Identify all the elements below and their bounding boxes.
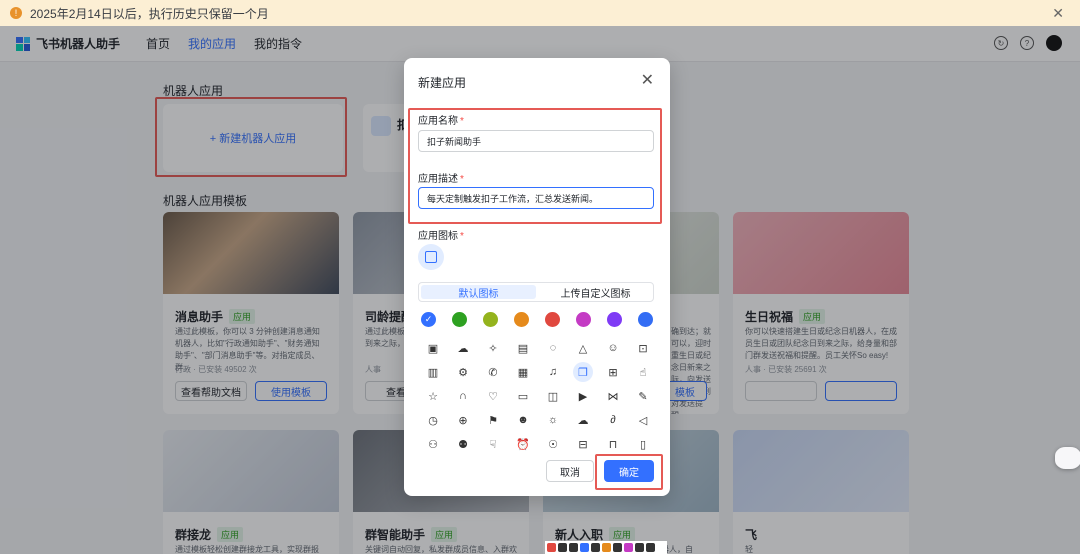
add-user-icon[interactable]: ⚉ xyxy=(448,436,478,452)
document-icon[interactable]: ▤ xyxy=(508,340,538,356)
floating-cursor xyxy=(1055,447,1080,469)
robot-icon[interactable]: ⊡ xyxy=(628,340,658,356)
taskbar xyxy=(545,541,667,554)
color-swatch[interactable] xyxy=(607,312,622,327)
app-icon[interactable] xyxy=(569,543,578,552)
cloud-icon[interactable]: ☁ xyxy=(568,412,598,428)
headset-icon[interactable]: ∩ xyxy=(448,388,478,404)
heart-icon[interactable]: ♡ xyxy=(478,388,508,404)
warning-icon: ! xyxy=(10,7,22,19)
tab-upload-custom-icon[interactable]: 上传自定义图标 xyxy=(538,283,653,301)
recycle-icon[interactable]: △ xyxy=(568,340,598,356)
copy-icon-selected[interactable]: ❐ xyxy=(573,362,593,382)
bar-chart-icon[interactable]: ▥ xyxy=(418,364,448,380)
tab-default-icons[interactable]: 默认图标 xyxy=(421,285,536,300)
bell-icon[interactable]: ♫ xyxy=(538,364,568,380)
notice-banner: ! 2025年2月14日以后，执行历史只保留一个月 ✕ xyxy=(0,0,1080,26)
box-icon[interactable]: ◫ xyxy=(538,388,568,404)
alarm-icon[interactable]: ⏰ xyxy=(508,436,538,452)
icon-grid: ▣ ☁ ✧ ▤ ◌ △ ☺ ⊡ ▥ ⚙ ✆ ▦ ♫ ❐ ⊞ ☝ ☆ ∩ ♡ ▭ … xyxy=(418,340,658,452)
app-icon[interactable] xyxy=(547,543,556,552)
users-icon[interactable]: ⚇ xyxy=(418,436,448,452)
pin-icon[interactable]: ✧ xyxy=(478,340,508,356)
color-swatch[interactable] xyxy=(545,312,560,327)
smile-icon[interactable]: ☻ xyxy=(508,412,538,428)
app-icon[interactable] xyxy=(613,543,622,552)
close-icon[interactable]: ✕ xyxy=(1052,5,1064,22)
app-icon[interactable] xyxy=(624,543,633,552)
app-icon-label: 应用图标 * xyxy=(418,231,464,242)
flag-icon[interactable]: ⚑ xyxy=(478,412,508,428)
video-icon[interactable]: ▶ xyxy=(568,388,598,404)
copy-icon xyxy=(425,251,437,263)
thumbs-down-icon[interactable]: ☟ xyxy=(478,436,508,452)
calendar-icon[interactable]: ▦ xyxy=(508,364,538,380)
sun-icon[interactable]: ☼ xyxy=(538,412,568,428)
color-swatch[interactable] xyxy=(514,312,529,327)
edit-document-icon[interactable]: ✎ xyxy=(628,388,658,404)
megaphone-icon[interactable]: ◁ xyxy=(628,412,658,428)
user-icon[interactable]: ☺ xyxy=(598,340,628,356)
dialog-title: 新建应用 xyxy=(418,76,467,90)
color-swatch[interactable] xyxy=(576,312,591,327)
file-icon[interactable]: ▯ xyxy=(628,436,658,452)
color-swatch-selected[interactable]: ✓ xyxy=(421,312,436,327)
lightbulb-icon[interactable]: ◌ xyxy=(538,340,568,356)
icon-source-tabs: 默认图标 上传自定义图标 xyxy=(418,282,654,302)
thumbs-up-icon[interactable]: ☝ xyxy=(628,364,658,380)
app-icon[interactable] xyxy=(591,543,600,552)
color-swatch[interactable] xyxy=(483,312,498,327)
app-icon[interactable] xyxy=(635,543,644,552)
globe-icon[interactable]: ⊕ xyxy=(448,412,478,428)
highlight-box xyxy=(595,454,663,490)
color-swatch[interactable] xyxy=(638,312,653,327)
user-settings-icon[interactable]: ☉ xyxy=(538,436,568,452)
cloud-upload-icon[interactable]: ☁ xyxy=(448,340,478,356)
selected-app-icon[interactable] xyxy=(418,244,444,270)
folder-icon[interactable]: ▭ xyxy=(508,388,538,404)
app-icon[interactable] xyxy=(580,543,589,552)
color-swatch[interactable] xyxy=(452,312,467,327)
app-icon[interactable] xyxy=(646,543,655,552)
close-icon[interactable]: ✕ xyxy=(641,70,654,90)
gift-icon[interactable]: ⊟ xyxy=(568,436,598,452)
phone-icon[interactable]: ✆ xyxy=(478,364,508,380)
color-picker: ✓ xyxy=(421,312,653,327)
share-icon[interactable]: ⋈ xyxy=(598,388,628,404)
app-icon[interactable] xyxy=(558,543,567,552)
banner-text: 2025年2月14日以后，执行历史只保留一个月 xyxy=(30,6,269,21)
clock-icon[interactable]: ◷ xyxy=(418,412,448,428)
lock-icon[interactable]: ⊓ xyxy=(598,436,628,452)
star-icon[interactable]: ☆ xyxy=(418,388,448,404)
app-icon[interactable] xyxy=(602,543,611,552)
settings-icon[interactable]: ⚙ xyxy=(448,364,478,380)
attachment-icon[interactable]: ∂ xyxy=(598,412,628,428)
grid-icon[interactable]: ⊞ xyxy=(598,364,628,380)
highlight-box xyxy=(408,108,662,224)
briefcase-icon[interactable]: ▣ xyxy=(418,340,448,356)
cancel-button[interactable]: 取消 xyxy=(546,460,594,482)
